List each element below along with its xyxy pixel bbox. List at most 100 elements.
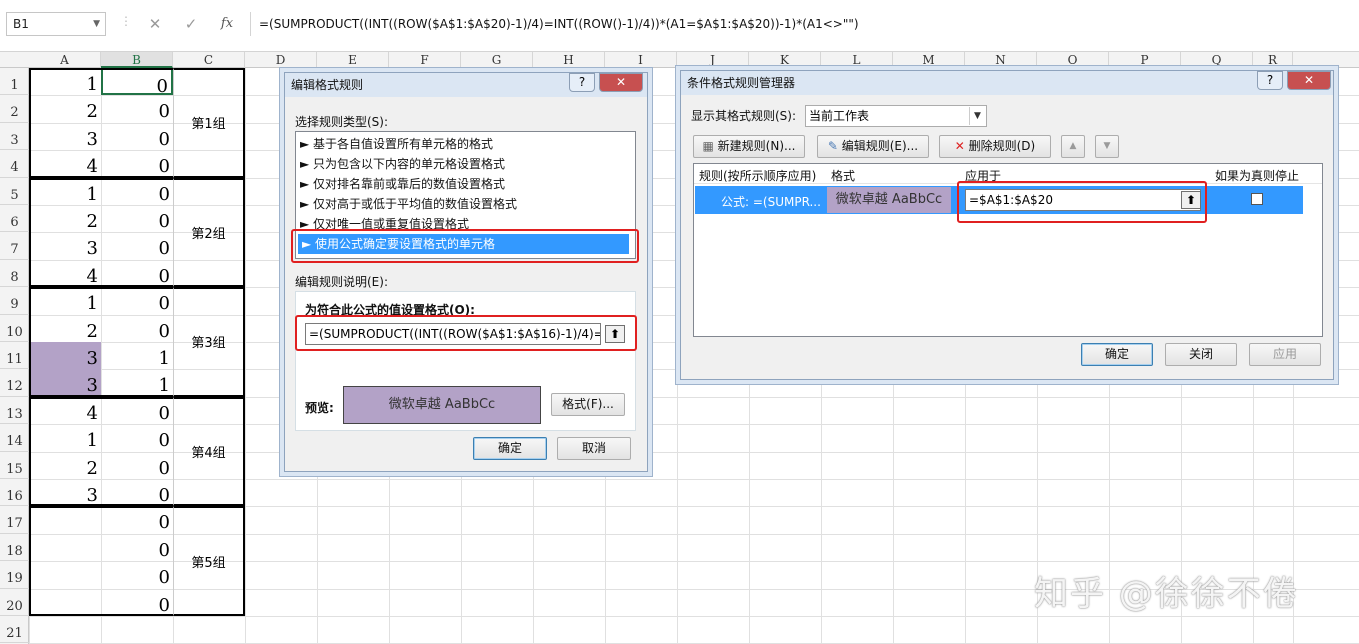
row-header-2[interactable]: 2 xyxy=(0,95,29,123)
edit-desc-label: 编辑规则说明(E): xyxy=(295,275,388,289)
col-stop-header: 如果为真则停止 xyxy=(1215,169,1300,183)
help-icon[interactable]: ? xyxy=(1257,71,1283,90)
close-icon[interactable]: ✕ xyxy=(599,73,643,92)
rule-row-formula: 公式: =(SUMPR... xyxy=(721,195,821,209)
row-header-6[interactable]: 6 xyxy=(0,205,29,233)
rule-type-item[interactable]: ► 只为包含以下内容的单元格设置格式 xyxy=(300,154,631,174)
column-header-r[interactable]: R xyxy=(1253,52,1293,68)
new-rule-button[interactable]: ▦ 新建规则(N)... xyxy=(693,135,805,158)
show-rules-select[interactable]: 当前工作表 xyxy=(805,105,987,127)
gridline xyxy=(677,68,678,644)
enter-icon[interactable]: ✓ xyxy=(180,12,202,36)
column-header-g[interactable]: G xyxy=(461,52,533,68)
column-header-q[interactable]: Q xyxy=(1181,52,1253,68)
formula-input[interactable]: =(SUMPRODUCT((INT((ROW($A$1:$A$20)-1)/4)… xyxy=(250,12,1359,36)
gridline xyxy=(29,616,1359,617)
row-headers: 1 2 3 4 5 6 7 8 9 10 11 12 13 14 15 16 17 18 19 20 21 xyxy=(0,68,29,644)
row-header-17[interactable]: 17 xyxy=(0,506,29,534)
group-label[interactable]: 第4组 xyxy=(173,396,245,507)
column-header-e[interactable]: E xyxy=(317,52,389,68)
help-icon[interactable]: ? xyxy=(569,73,595,92)
rule-type-item[interactable]: ► 仅对高于或低于平均值的数值设置格式 xyxy=(300,194,631,214)
watermark: 知乎 @徐徐不倦 xyxy=(1034,574,1299,614)
cancel-button[interactable]: 取消 xyxy=(557,437,631,460)
column-header-f[interactable]: F xyxy=(389,52,461,68)
row-header-11[interactable]: 11 xyxy=(0,342,29,370)
row-header-20[interactable]: 20 xyxy=(0,589,29,616)
row-header-12[interactable]: 12 xyxy=(0,369,29,397)
row-header-3[interactable]: 3 xyxy=(0,123,29,151)
row-header-15[interactable]: 15 xyxy=(0,452,29,479)
delete-icon: ✕ xyxy=(954,139,969,153)
row-header-16[interactable]: 16 xyxy=(0,479,29,507)
row-header-21[interactable]: 21 xyxy=(0,616,29,644)
column-header-n[interactable]: N xyxy=(965,52,1037,68)
row-header-9[interactable]: 9 xyxy=(0,287,29,315)
cancel-icon[interactable]: ✕ xyxy=(144,12,166,36)
row-header-19[interactable]: 19 xyxy=(0,561,29,589)
column-header-i[interactable]: I xyxy=(605,52,677,68)
preview-label: 预览: xyxy=(305,401,334,415)
chevron-down-icon[interactable]: ▼ xyxy=(93,13,100,35)
name-box[interactable]: B1 ▼ xyxy=(6,12,106,36)
close-icon[interactable]: ✕ xyxy=(1287,71,1331,90)
edit-rule-button[interactable]: ✎ 编辑规则(E)... xyxy=(817,135,929,158)
column-header-a[interactable]: A xyxy=(29,52,101,68)
delete-rule-button[interactable]: ✕ 删除规则(D) xyxy=(939,135,1051,158)
move-up-button[interactable]: ▲ xyxy=(1061,135,1085,158)
col-format-header: 格式 xyxy=(831,169,856,183)
edit-icon: ✎ xyxy=(827,139,842,153)
gridline xyxy=(245,68,246,644)
group-label[interactable]: 第1组 xyxy=(173,68,245,178)
close-button[interactable]: 关闭 xyxy=(1165,343,1237,366)
column-header-c[interactable]: C xyxy=(173,52,245,68)
rule-type-item[interactable]: ► 基于各自值设置所有单元格的格式 xyxy=(300,134,631,154)
row-header-8[interactable]: 8 xyxy=(0,260,29,288)
dialog-title: 条件格式规则管理器 xyxy=(681,71,1333,95)
group-label[interactable]: 第2组 xyxy=(173,177,245,288)
row-header-10[interactable]: 10 xyxy=(0,315,29,342)
ok-button[interactable]: 确定 xyxy=(1081,343,1153,366)
column-header-d[interactable]: D xyxy=(245,52,317,68)
apply-button[interactable]: 应用 xyxy=(1249,343,1321,366)
column-header-k[interactable]: K xyxy=(749,52,821,68)
stop-if-true-checkbox[interactable] xyxy=(1251,193,1263,205)
show-rules-value: 当前工作表 xyxy=(809,109,870,123)
edit-rule-dialog: 编辑格式规则 ? ✕ 选择规则类型(S): ► 基于各自值设置所有单元格的格式 … xyxy=(284,72,648,472)
move-down-button[interactable]: ▼ xyxy=(1095,135,1119,158)
rule-type-item[interactable]: ► 仅对排名靠前或靠后的数值设置格式 xyxy=(300,174,631,194)
format-preview: 微软卓越 AaBbCc xyxy=(343,386,541,424)
highlight-box xyxy=(291,229,639,263)
row-header-1[interactable]: 1 xyxy=(0,68,29,96)
column-headers: ABCDEFGHIJKLMNOPQR xyxy=(0,52,1359,68)
highlight-box xyxy=(957,181,1207,223)
rules-manager-dialog: 条件格式规则管理器 ? ✕ 显示其格式规则(S): 当前工作表 ▼ ▦ 新建规则… xyxy=(680,70,1334,380)
row-header-18[interactable]: 18 xyxy=(0,534,29,562)
row-header-4[interactable]: 4 xyxy=(0,150,29,178)
chevron-down-icon[interactable]: ▼ xyxy=(969,107,985,125)
row-header-13[interactable]: 13 xyxy=(0,397,29,425)
show-rules-label: 显示其格式规则(S): xyxy=(691,109,797,123)
grid-icon: ▦ xyxy=(702,139,718,153)
separator-icon: ⋮ xyxy=(120,14,132,28)
column-header-l[interactable]: L xyxy=(821,52,893,68)
column-header-j[interactable]: J xyxy=(677,52,749,68)
edit-rule-label: 编辑规则(E)... xyxy=(841,139,919,153)
name-box-value: B1 xyxy=(13,17,29,31)
row-header-7[interactable]: 7 xyxy=(0,232,29,260)
ok-button[interactable]: 确定 xyxy=(473,437,547,460)
fx-icon[interactable]: fx xyxy=(216,12,238,36)
delete-rule-label: 删除规则(D) xyxy=(968,139,1036,153)
row-header-14[interactable]: 14 xyxy=(0,424,29,452)
highlight-box xyxy=(295,315,637,351)
column-header-p[interactable]: P xyxy=(1109,52,1181,68)
format-button[interactable]: 格式(F)... xyxy=(551,393,625,416)
column-header-o[interactable]: O xyxy=(1037,52,1109,68)
group-label[interactable]: 第5组 xyxy=(173,506,245,616)
column-header-b[interactable]: B xyxy=(101,52,173,68)
group-label[interactable]: 第3组 xyxy=(173,287,245,397)
formula-bar: B1 ▼ ⋮ ✕ ✓ fx =(SUMPRODUCT((INT((ROW($A$1… xyxy=(0,0,1359,52)
column-header-m[interactable]: M xyxy=(893,52,965,68)
row-header-5[interactable]: 5 xyxy=(0,178,29,205)
column-header-h[interactable]: H xyxy=(533,52,605,68)
